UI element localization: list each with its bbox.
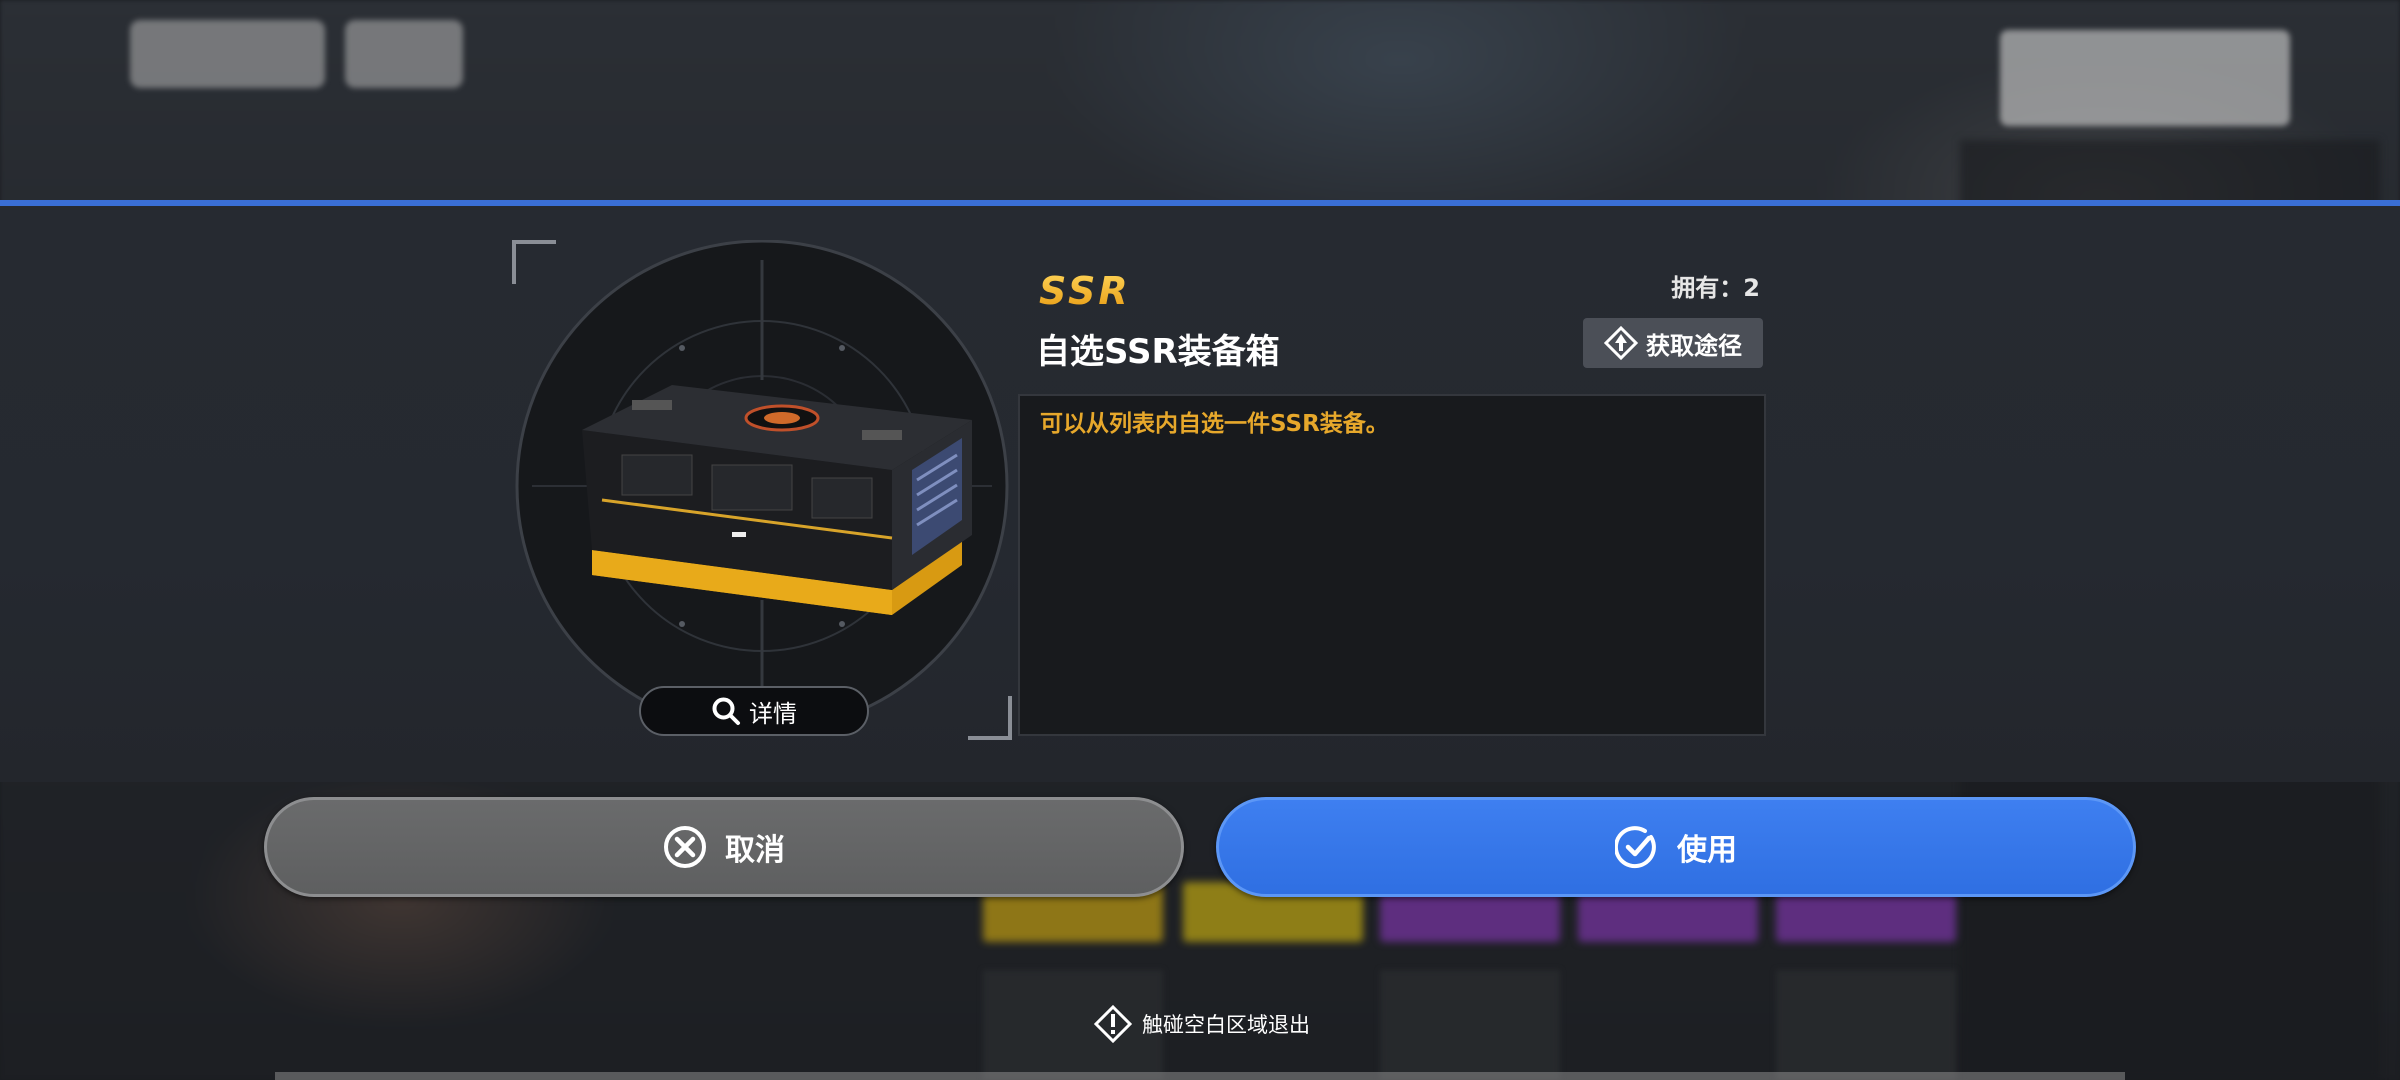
background-bottom-strip	[275, 1072, 2125, 1080]
background-item	[1776, 970, 1956, 1080]
description-box: 可以从列表内自选一件SSR装备。	[1018, 394, 1766, 736]
warning-diamond-icon	[1094, 1005, 1132, 1043]
acquisition-source-label: 获取途径	[1646, 331, 1742, 360]
exit-hint: 触碰空白区域退出	[1094, 1005, 1310, 1043]
use-button-label: 使用	[1677, 833, 1737, 868]
game-screen: 详情 SSR 拥有：2 自选SSR装备箱 获取途径 可以从列表内自选一件SSR装…	[0, 0, 2400, 1080]
cancel-button[interactable]: 取消	[264, 797, 1184, 897]
acquisition-source-button[interactable]: 获取途径	[1583, 318, 1763, 368]
cancel-button-label: 取消	[725, 833, 785, 868]
detail-button[interactable]: 详情	[639, 686, 869, 736]
equipment-box-icon	[582, 385, 972, 615]
use-button[interactable]: 使用	[1216, 797, 2136, 897]
item-info-dialog: 详情 SSR 拥有：2 自选SSR装备箱 获取途径 可以从列表内自选一件SSR装…	[0, 200, 2400, 782]
rarity-badge: SSR	[1039, 269, 1131, 312]
exit-hint-text: 触碰空白区域退出	[1142, 1013, 1310, 1037]
x-circle-icon	[664, 826, 706, 868]
magnifier-icon	[712, 697, 740, 725]
rarity-text: SSR	[1039, 269, 1131, 312]
background-right-panel	[2000, 30, 2290, 126]
owned-count: 拥有：2	[1671, 274, 1760, 302]
item-description: 可以从列表内自选一件SSR装备。	[1040, 411, 1389, 437]
item-name: 自选SSR装备箱	[1036, 332, 1280, 372]
detail-button-label: 详情	[749, 699, 797, 728]
diamond-arrow-icon	[1604, 326, 1638, 360]
background-back-button	[130, 20, 325, 88]
item-image-frame: 详情	[512, 240, 1012, 740]
background-item	[1380, 970, 1560, 1080]
background-home-button	[345, 20, 463, 88]
check-circle-icon	[1615, 826, 1656, 869]
